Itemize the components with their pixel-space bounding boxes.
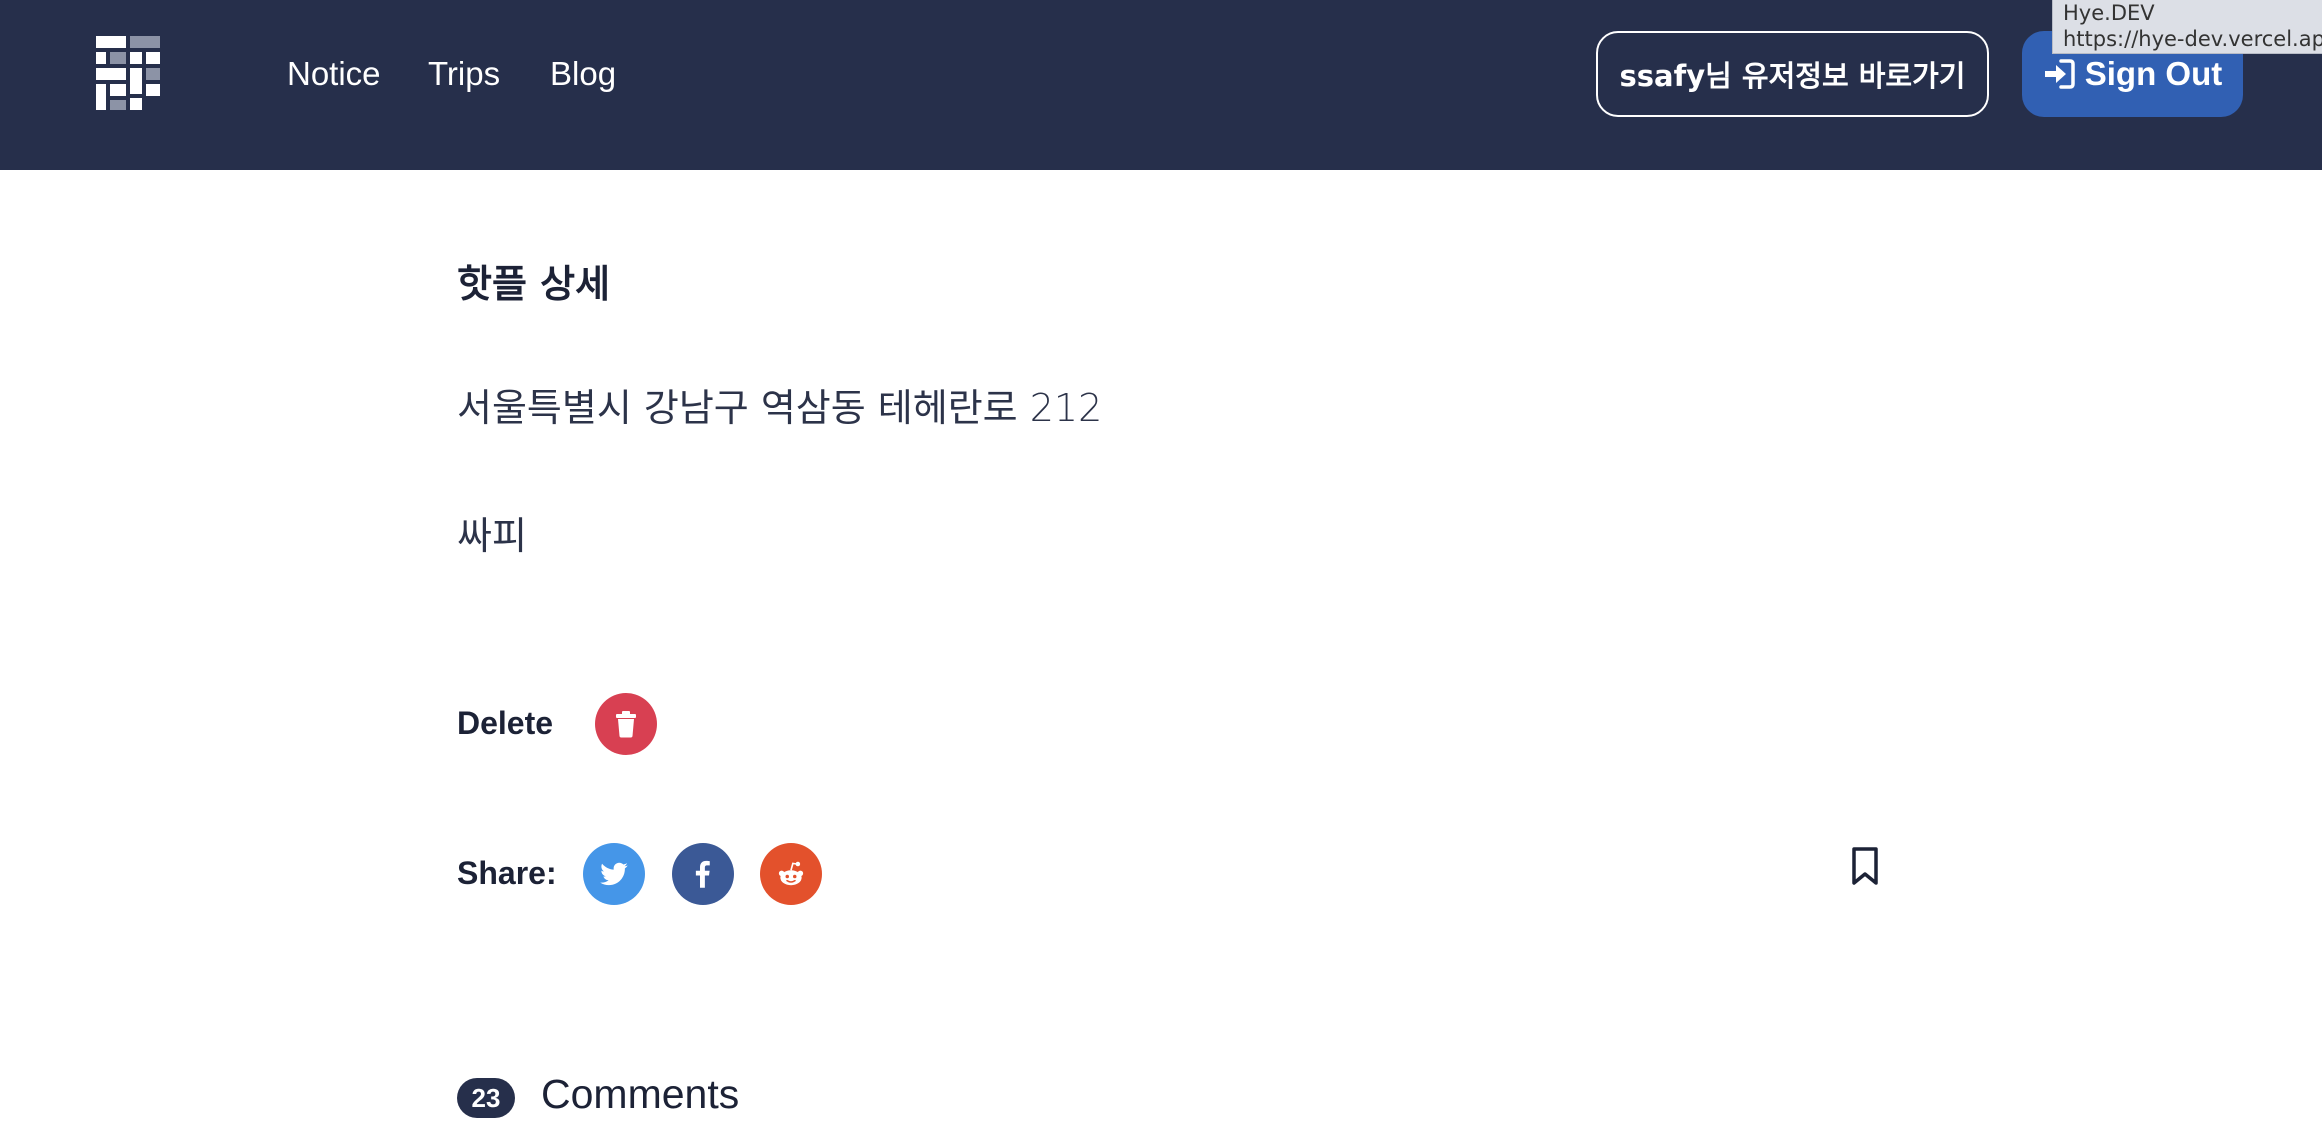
facebook-icon xyxy=(695,860,710,888)
link-preview-tooltip: Hye.DEV https://hye-dev.vercel.ap xyxy=(2052,0,2322,54)
place-address: 서울특별시 강남구 역삼동 테헤란로 212 xyxy=(457,386,1103,430)
navbar: Notice Trips Blog ssafy님 유저정보 바로가기 Sign … xyxy=(0,0,2322,170)
user-info-button[interactable]: ssafy님 유저정보 바로가기 xyxy=(1596,31,1989,117)
share-twitter-button[interactable] xyxy=(583,843,645,905)
share-reddit-button[interactable] xyxy=(760,843,822,905)
comment-count-badge: 23 xyxy=(457,1078,515,1118)
tooltip-url: https://hye-dev.vercel.ap xyxy=(2063,27,2322,51)
share-label: Share: xyxy=(457,855,557,891)
sign-in-arrow-icon xyxy=(2044,59,2075,89)
place-name: 싸피 xyxy=(457,514,527,558)
twitter-icon xyxy=(600,862,628,886)
comments-heading: Comments xyxy=(541,1071,740,1117)
nav-link-notice[interactable]: Notice xyxy=(287,50,381,98)
reddit-icon xyxy=(778,861,804,886)
trash-icon xyxy=(616,711,636,738)
delete-button[interactable] xyxy=(595,693,657,755)
nav-link-blog[interactable]: Blog xyxy=(550,50,616,98)
brand-logo-icon[interactable] xyxy=(96,36,162,112)
sign-out-button-label: Sign Out xyxy=(2084,55,2223,92)
bookmark-icon[interactable] xyxy=(1849,846,1881,886)
share-facebook-button[interactable] xyxy=(672,843,734,905)
user-info-button-label: ssafy님 유저정보 바로가기 xyxy=(1619,59,1966,93)
tooltip-title: Hye.DEV xyxy=(2063,1,2155,25)
nav-link-trips[interactable]: Trips xyxy=(428,50,500,98)
delete-label: Delete xyxy=(457,705,554,741)
page-title: 핫플 상세 xyxy=(457,262,611,306)
